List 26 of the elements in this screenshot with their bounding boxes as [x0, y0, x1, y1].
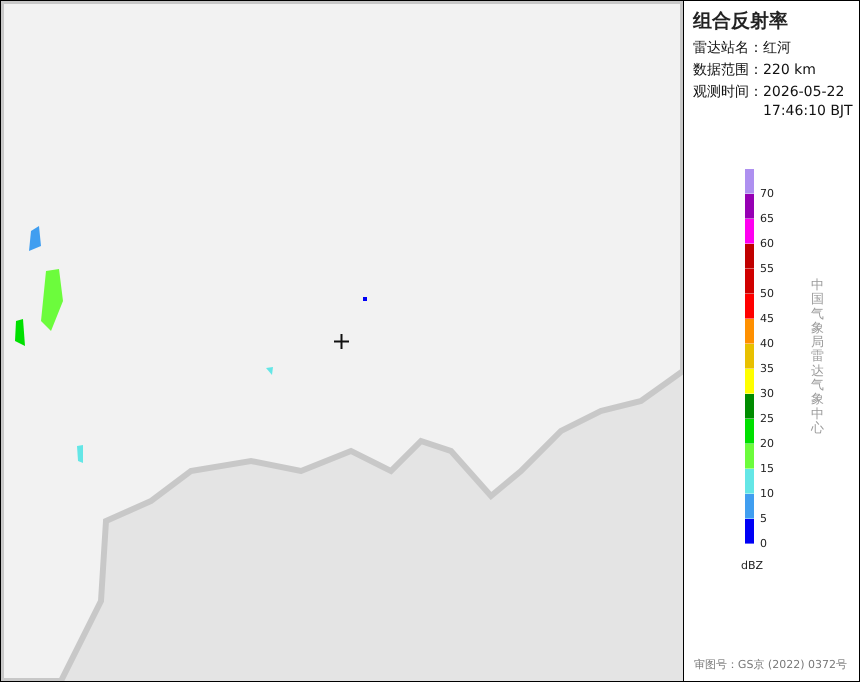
legend-value: 0 — [760, 538, 767, 549]
legend-value: 70 — [760, 188, 774, 199]
legend-value: 15 — [760, 463, 774, 474]
product-title: 组合反射率 — [693, 9, 789, 34]
info-label: 观测时间： — [693, 83, 763, 102]
legend-value: 35 — [760, 363, 774, 374]
info-value: 红河 — [763, 39, 791, 58]
map-approval-number: 审图号：GS京 (2022) 0372号 — [694, 656, 847, 672]
legend-value: 20 — [760, 438, 774, 449]
legend-value: 10 — [760, 488, 774, 499]
legend-value: 65 — [760, 213, 774, 224]
legend-value: 50 — [760, 288, 774, 299]
legend-value: 25 — [760, 413, 774, 424]
credit-text: 中国气象局雷达气象中心 — [811, 279, 824, 436]
info-label: 雷达站名： — [693, 39, 763, 58]
crosshair-icon — [334, 334, 349, 349]
info-label: 数据范围： — [693, 61, 763, 80]
info-value: 2026-05-22 17:46:10 BJT — [763, 83, 853, 121]
legend-value: 40 — [760, 338, 774, 349]
info-value: 220 km — [763, 61, 816, 80]
legend-value: 60 — [760, 238, 774, 249]
legend-value: 30 — [760, 388, 774, 399]
unit-label: dBZ — [741, 558, 764, 574]
legend-value: 45 — [760, 313, 774, 324]
legend-value: 55 — [760, 263, 774, 274]
legend-value: 5 — [760, 513, 767, 524]
